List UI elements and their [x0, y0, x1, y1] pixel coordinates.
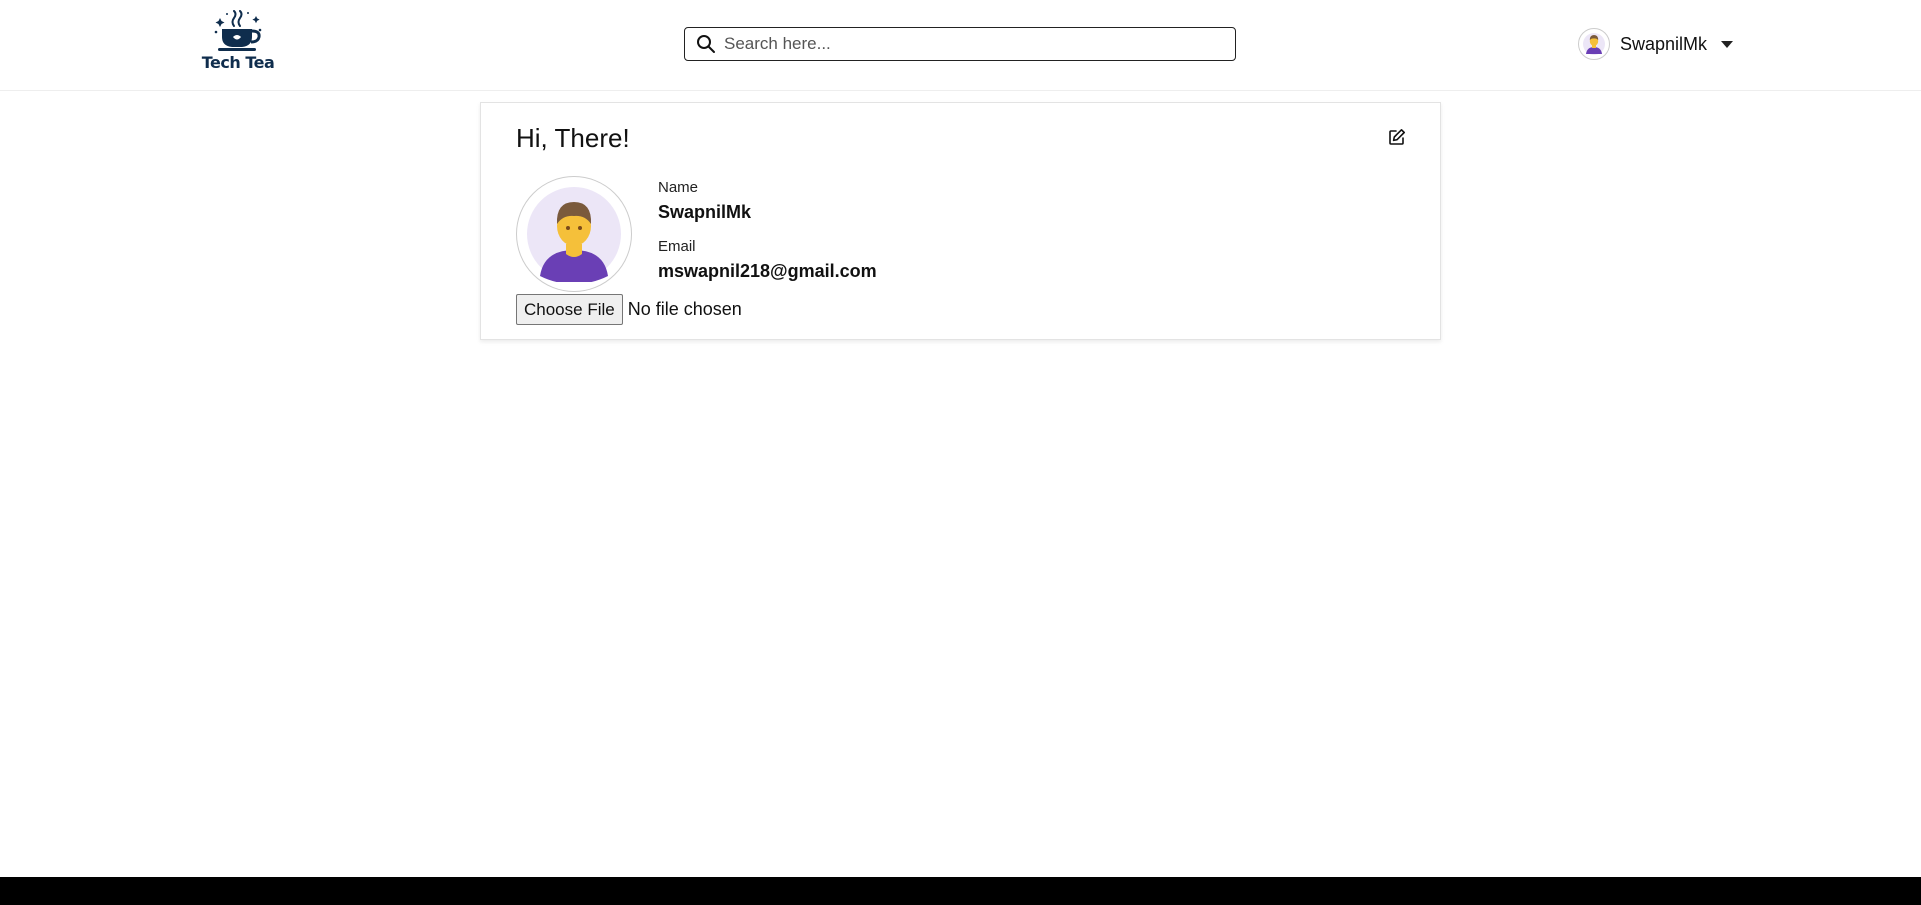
profile-avatar — [516, 176, 632, 292]
brand-logo[interactable]: Tech Tea — [196, 10, 280, 78]
name-label: Name — [658, 179, 699, 196]
search-input[interactable] — [724, 34, 1204, 54]
teacup-logo-icon — [214, 10, 262, 51]
profile-card: Hi, There! Name SwapnilMk Email mswapnil… — [480, 102, 1441, 340]
search-icon — [696, 34, 716, 54]
search-bar — [684, 27, 1236, 61]
user-avatar-icon — [1578, 28, 1610, 60]
user-name: SwapnilMk — [1620, 33, 1708, 54]
top-navbar: Tech Tea SwapnilMk — [0, 0, 1921, 91]
file-status: No file chosen — [627, 299, 742, 319]
email-value: mswapnil218@gmail.com — [658, 261, 877, 281]
caret-down-icon — [1721, 40, 1734, 48]
user-avatar-icon — [527, 187, 621, 282]
page: Tech Tea SwapnilMk — [0, 0, 1921, 905]
brand-name: Tech Tea — [201, 53, 275, 72]
choose-file-button[interactable]: Choose File — [516, 294, 623, 325]
bottom-bar — [0, 877, 1921, 905]
email-label: Email — [658, 238, 696, 255]
file-upload: Choose File No file chosen — [516, 294, 742, 325]
user-menu-toggle[interactable]: SwapnilMk — [1578, 27, 1734, 61]
edit-icon[interactable] — [1387, 127, 1407, 147]
greeting-heading: Hi, There! — [516, 123, 630, 153]
name-value: SwapnilMk — [658, 202, 752, 222]
